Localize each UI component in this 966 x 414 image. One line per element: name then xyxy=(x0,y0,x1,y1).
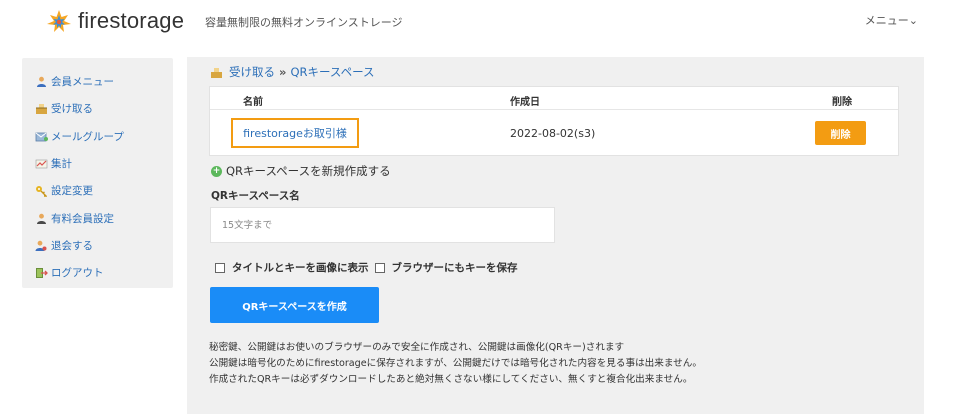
key-settings-icon xyxy=(34,185,48,197)
menu-button[interactable]: メニュー⌄ xyxy=(865,12,918,28)
sidebar-item-label: 集計 xyxy=(51,158,72,171)
sidebar-item-label: 有料会員設定 xyxy=(51,212,114,225)
column-header-name: 名前 xyxy=(243,97,263,108)
keyspace-name-link[interactable]: firestorageお取引様 xyxy=(231,118,359,148)
logo-flame-icon xyxy=(46,9,72,33)
column-header-created: 作成日 xyxy=(510,97,540,108)
tagline: 容量無制限の無料オンラインストレージ xyxy=(205,16,403,29)
sidebar-item-mail-group[interactable]: メールグループ xyxy=(22,123,173,150)
receive-icon xyxy=(209,66,223,78)
chart-icon xyxy=(34,158,48,170)
sidebar-item-label: 退会する xyxy=(51,239,93,252)
user-remove-icon xyxy=(34,239,48,251)
qr-keyspace-table: 名前 作成日 削除 firestorageお取引様 2022-08-02(s3)… xyxy=(209,86,899,156)
breadcrumb: 受け取る » QRキースペース xyxy=(209,64,375,80)
note-line: 作成されたQRキーは必ずダウンロードしたあと絶対無くさない様にしてください、無く… xyxy=(209,374,693,385)
new-keyspace-label: QRキースペースを新規作成する xyxy=(226,164,391,178)
header: firestorage 容量無制限の無料オンラインストレージ メニュー⌄ xyxy=(0,0,966,42)
sidebar-item-logout[interactable]: ログアウト xyxy=(22,259,173,286)
sidebar-item-unsubscribe[interactable]: 退会する xyxy=(22,232,173,259)
sidebar-item-label: 会員メニュー xyxy=(51,76,114,89)
logo-text: firestorage xyxy=(78,8,185,33)
column-header-delete: 削除 xyxy=(832,97,852,108)
delete-button[interactable]: 削除 xyxy=(815,121,866,145)
breadcrumb-current-link[interactable]: QRキースペース xyxy=(290,64,374,80)
plus-icon: + xyxy=(211,165,222,177)
sidebar-item-label: メールグループ xyxy=(51,130,124,143)
create-keyspace-button[interactable]: QRキースペースを作成 xyxy=(210,287,379,323)
sidebar-item-label: 設定変更 xyxy=(51,185,93,198)
chevron-down-icon: ⌄ xyxy=(908,14,918,27)
logo[interactable]: firestorage xyxy=(46,8,184,34)
main-panel: 受け取る » QRキースペース 名前 作成日 削除 firestorageお取引… xyxy=(187,57,924,414)
sidebar-item-paid-member[interactable]: 有料会員設定 xyxy=(22,204,173,231)
sidebar-item-label: 受け取る xyxy=(51,103,93,116)
show-title-checkbox[interactable] xyxy=(215,262,225,273)
sidebar-item-stats[interactable]: 集計 xyxy=(22,150,173,177)
menu-label: メニュー xyxy=(864,14,909,27)
save-in-browser-checkbox[interactable] xyxy=(374,262,385,273)
note-line: 公開鍵は暗号化のためにfirestorageに保存されますが、公開鍵だけでは暗号… xyxy=(209,358,702,369)
created-date: 2022-08-02(s3) xyxy=(510,127,596,140)
sidebar-item-receive[interactable]: 受け取る xyxy=(22,95,173,122)
receive-icon xyxy=(34,103,48,115)
user-icon xyxy=(34,212,48,224)
save-in-browser-label: ブラウザーにもキーを保存 xyxy=(391,262,518,274)
note-line: 秘密鍵、公開鍵はお使いのブラウザーのみで安全に作成され、公開鍵は画像化(QRキー… xyxy=(209,342,625,353)
breadcrumb-separator: » xyxy=(279,65,287,79)
sidebar-item-settings[interactable]: 設定変更 xyxy=(22,177,173,204)
sidebar: 会員メニュー 受け取る メールグループ 集計 設定変更 有料会員設定 退会する … xyxy=(22,58,173,288)
keyspace-name-input[interactable] xyxy=(210,207,555,243)
notes: 秘密鍵、公開鍵はお使いのブラウザーのみで安全に作成され、公開鍵は画像化(QRキー… xyxy=(209,340,702,388)
keyspace-name-label: QRキースペース名 xyxy=(211,190,300,202)
breadcrumb-parent-link[interactable]: 受け取る xyxy=(229,64,275,80)
sidebar-item-label: ログアウト xyxy=(51,267,104,280)
options-row: タイトルとキーを画像に表示 ブラウザーにもキーを保存 xyxy=(215,260,518,275)
show-title-label: タイトルとキーを画像に表示 xyxy=(232,262,369,274)
mail-group-icon xyxy=(34,130,48,142)
row-divider xyxy=(210,109,898,110)
user-icon xyxy=(34,76,48,88)
sidebar-item-member-menu[interactable]: 会員メニュー xyxy=(22,68,173,95)
new-keyspace-link[interactable]: + QRキースペースを新規作成する xyxy=(211,163,391,179)
logout-icon xyxy=(34,267,48,279)
